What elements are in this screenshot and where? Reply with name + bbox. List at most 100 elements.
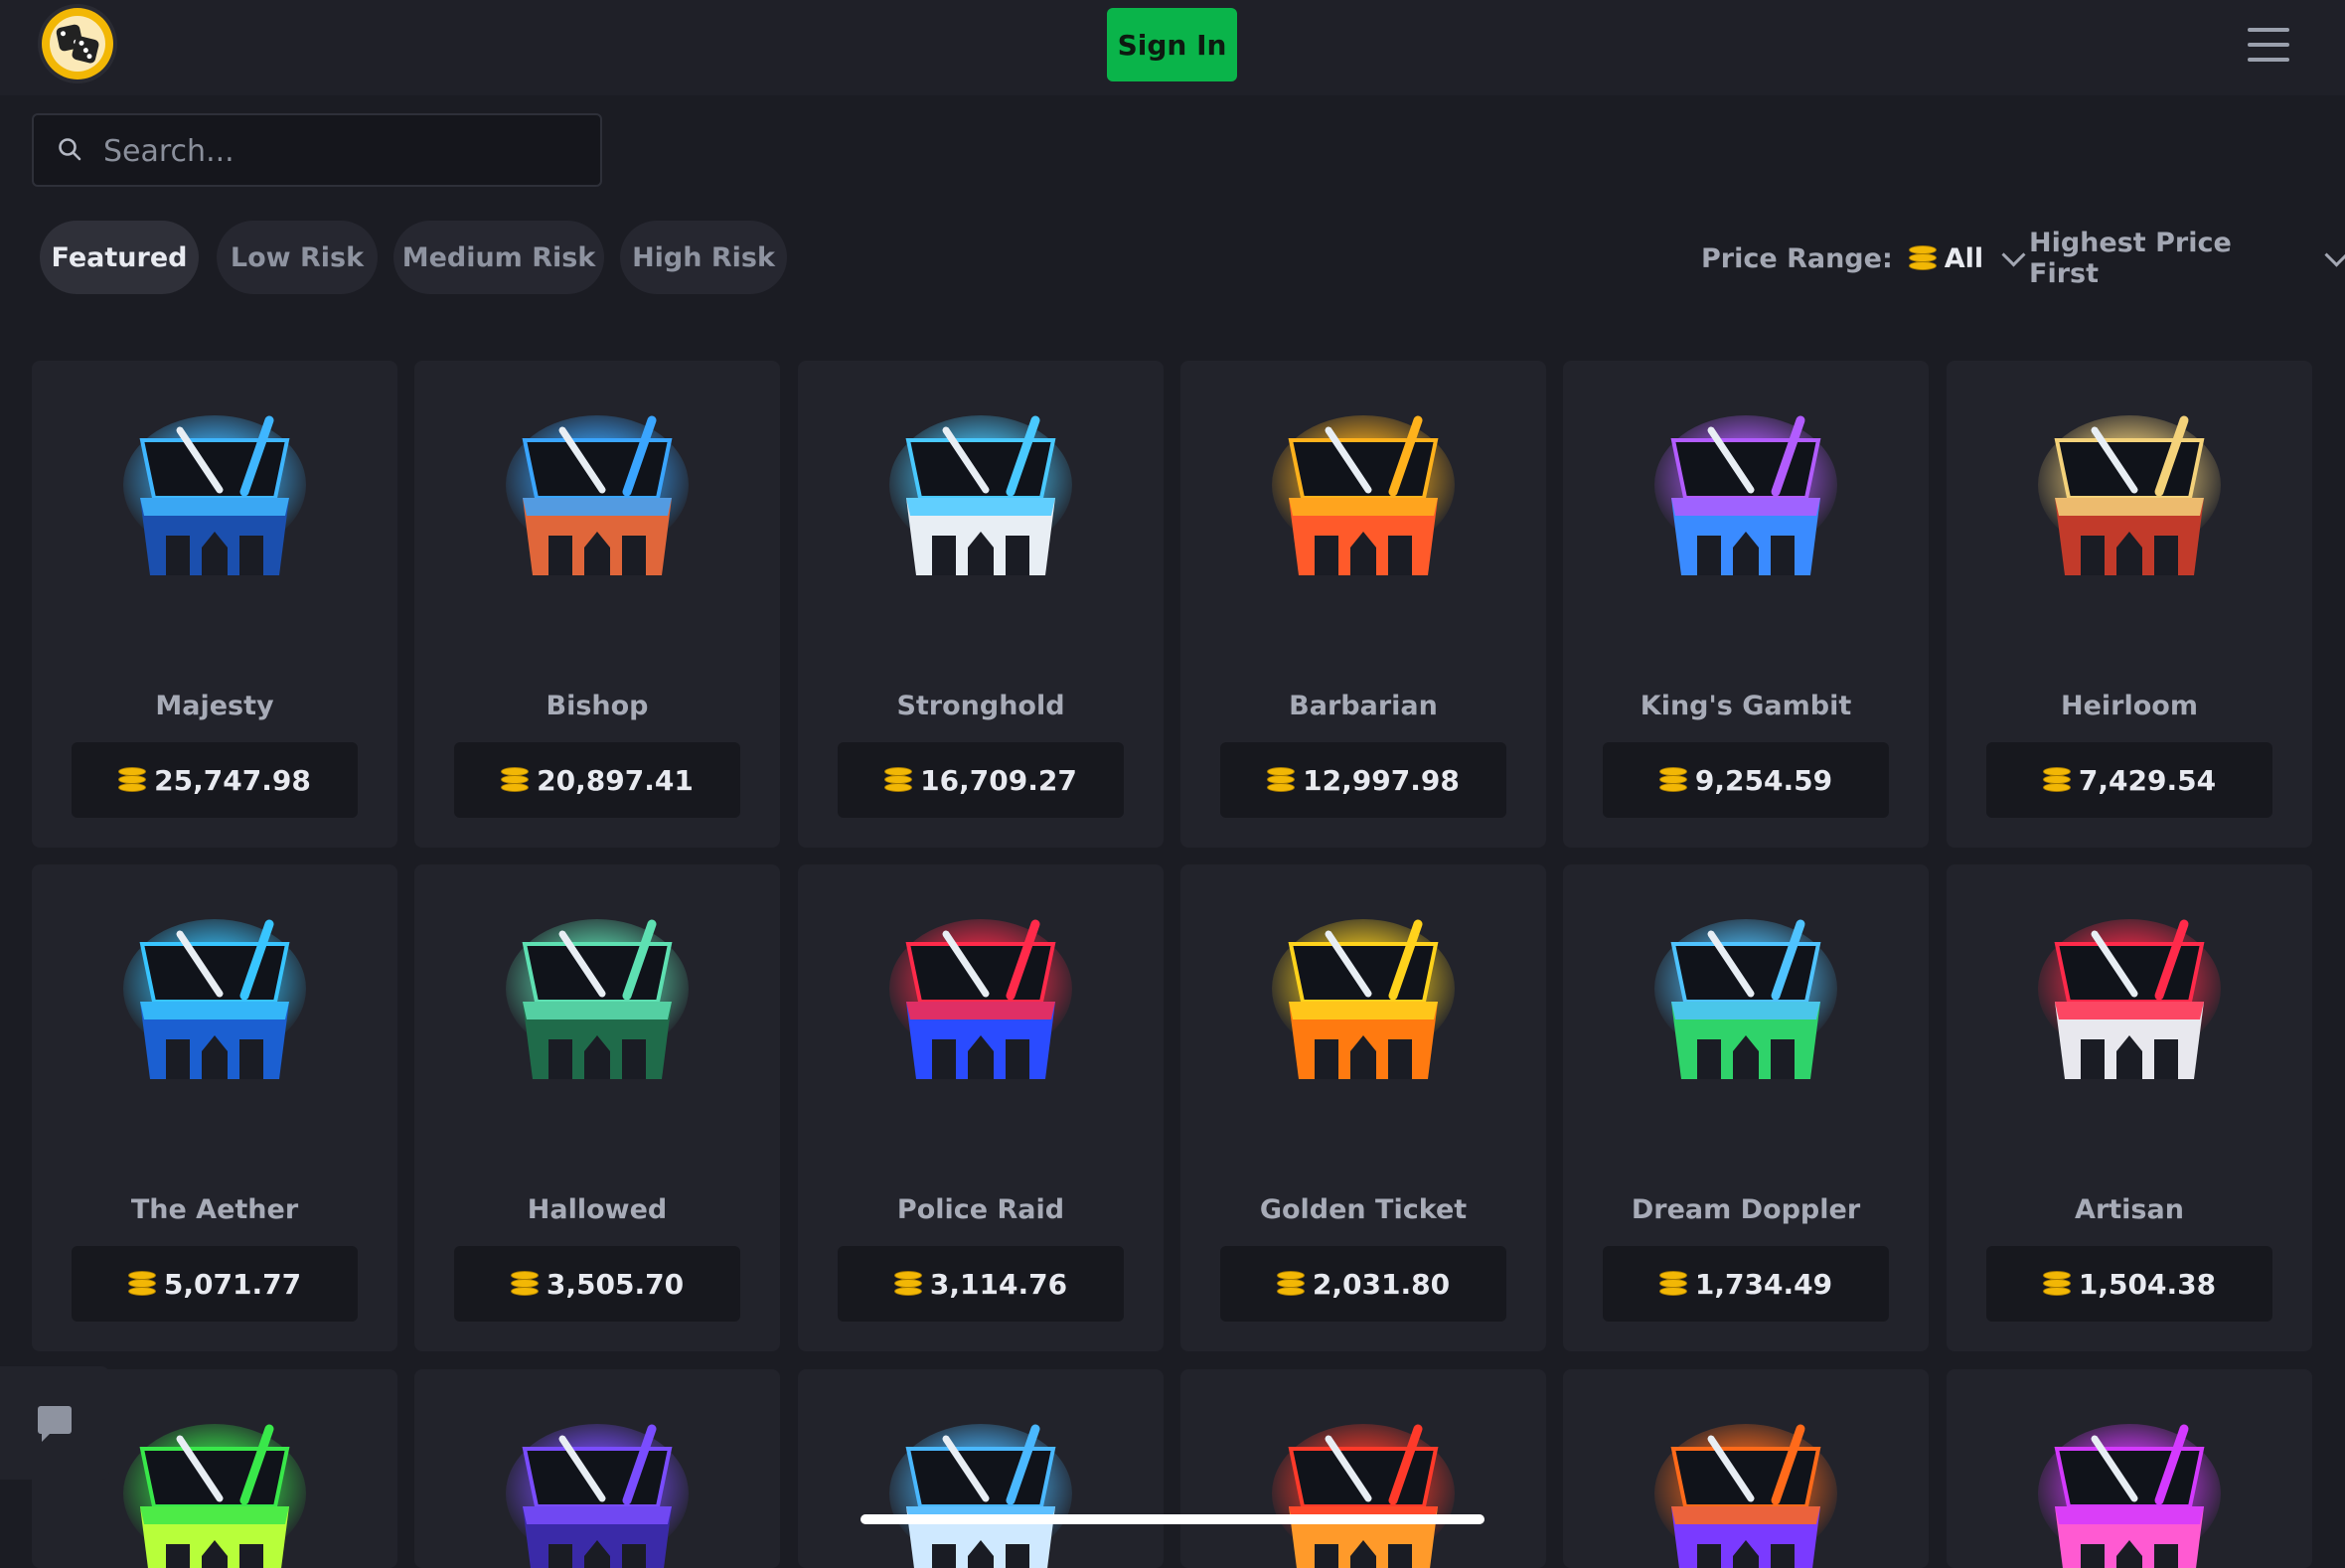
top-bar: Sign In (0, 0, 2345, 95)
case-card[interactable]: Dream Doppler 1,734.49 (1563, 864, 1929, 1351)
coin-icon (2042, 1271, 2071, 1297)
chevron-down-icon (2001, 241, 2026, 267)
case-price-button[interactable]: 20,897.41 (454, 742, 740, 818)
chevron-down-icon (2324, 242, 2345, 266)
case-image (123, 919, 306, 1079)
case-image (1654, 1424, 1837, 1568)
case-price-button[interactable]: 2,031.80 (1220, 1246, 1506, 1322)
case-card[interactable] (798, 1369, 1164, 1568)
case-image (2038, 919, 2221, 1079)
coin-icon (893, 1271, 922, 1297)
case-card[interactable]: Barbarian 12,997.98 (1180, 361, 1546, 848)
case-price-button[interactable]: 9,254.59 (1603, 742, 1889, 818)
case-price: 5,071.77 (163, 1267, 302, 1301)
sign-in-button[interactable]: Sign In (1107, 8, 1237, 81)
case-name: Stronghold (896, 691, 1065, 721)
case-price-button[interactable]: 25,747.98 (72, 742, 358, 818)
sort-dropdown[interactable]: Highest Price First (2029, 228, 2345, 289)
chat-bubble-icon (38, 1406, 72, 1442)
case-image (1654, 415, 1837, 575)
case-price-button[interactable]: 3,505.70 (454, 1246, 740, 1322)
case-price: 25,747.98 (154, 763, 311, 797)
case-price: 3,505.70 (546, 1267, 685, 1301)
sort-value: Highest Price First (2029, 228, 2232, 289)
case-card[interactable] (414, 1369, 780, 1568)
coin-icon (501, 767, 530, 793)
case-price-button[interactable]: 7,429.54 (1986, 742, 2272, 818)
case-image (889, 1424, 1072, 1568)
search-icon (59, 138, 81, 161)
case-image (123, 415, 306, 575)
case-price: 20,897.41 (537, 763, 694, 797)
case-name: Police Raid (896, 1194, 1065, 1225)
case-card[interactable]: Majesty 25,747.98 (32, 361, 397, 848)
case-image (1272, 1424, 1455, 1568)
case-price: 9,254.59 (1694, 763, 1833, 797)
case-price-button[interactable]: 1,734.49 (1603, 1246, 1889, 1322)
case-image (1654, 919, 1837, 1079)
tab-medium-risk[interactable]: Medium Risk (393, 221, 604, 294)
case-name: Artisan (2075, 1194, 2184, 1225)
case-card[interactable]: Artisan 1,504.38 (1947, 864, 2312, 1351)
case-image (1272, 415, 1455, 575)
case-image (506, 919, 689, 1079)
case-name: King's Gambit (1640, 691, 1852, 721)
case-image (1272, 919, 1455, 1079)
case-image (889, 415, 1072, 575)
case-image (889, 919, 1072, 1079)
hamburger-menu-icon[interactable] (2248, 28, 2289, 62)
case-name: Dream Doppler (1631, 1194, 1861, 1225)
coin-icon (1908, 245, 1937, 271)
chat-button[interactable] (0, 1366, 109, 1480)
case-card[interactable] (1563, 1369, 1929, 1568)
case-price-button[interactable]: 16,709.27 (838, 742, 1124, 818)
coin-icon (118, 767, 147, 793)
price-range-dropdown[interactable]: Price Range: All (1701, 236, 2026, 280)
case-price-button[interactable]: 3,114.76 (838, 1246, 1124, 1322)
case-card[interactable] (1180, 1369, 1546, 1568)
case-card[interactable]: Hallowed 3,505.70 (414, 864, 780, 1351)
coin-icon (1658, 1271, 1687, 1297)
case-price-button[interactable]: 12,997.98 (1220, 742, 1506, 818)
case-price: 1,734.49 (1694, 1267, 1833, 1301)
tab-featured[interactable]: Featured (40, 221, 199, 294)
search-box (32, 113, 602, 187)
case-card[interactable]: Stronghold 16,709.27 (798, 361, 1164, 848)
coin-icon (510, 1271, 539, 1297)
coin-icon (2042, 767, 2071, 793)
case-name: Majesty (155, 691, 274, 721)
tab-low-risk[interactable]: Low Risk (217, 221, 378, 294)
case-image (506, 415, 689, 575)
case-price: 3,114.76 (929, 1267, 1068, 1301)
case-card[interactable]: The Aether 5,071.77 (32, 864, 397, 1351)
case-card[interactable]: Heirloom 7,429.54 (1947, 361, 2312, 848)
case-card[interactable]: Golden Ticket 2,031.80 (1180, 864, 1546, 1351)
case-price: 7,429.54 (2078, 763, 2217, 797)
case-card[interactable]: King's Gambit 9,254.59 (1563, 361, 1929, 848)
price-range-label: Price Range: (1701, 242, 1893, 274)
case-price-button[interactable]: 5,071.77 (72, 1246, 358, 1322)
search-input[interactable] (101, 125, 582, 177)
coin-icon (1276, 1271, 1305, 1297)
tab-high-risk[interactable]: High Risk (620, 221, 787, 294)
case-price: 2,031.80 (1312, 1267, 1451, 1301)
case-card[interactable]: Bishop 20,897.41 (414, 361, 780, 848)
case-image (2038, 1424, 2221, 1568)
case-card[interactable] (1947, 1369, 2312, 1568)
case-name: Bishop (546, 691, 649, 721)
case-name: Hallowed (527, 1194, 668, 1225)
price-range-value: All (1944, 242, 1984, 274)
case-image (123, 1424, 306, 1568)
case-price-button[interactable]: 1,504.38 (1986, 1246, 2272, 1322)
dice-logo-icon[interactable] (42, 8, 113, 79)
coin-icon (1267, 767, 1296, 793)
case-name: Barbarian (1289, 691, 1438, 721)
case-image (2038, 415, 2221, 575)
home-indicator (860, 1514, 1485, 1524)
case-price: 16,709.27 (920, 763, 1077, 797)
case-card[interactable]: Police Raid 3,114.76 (798, 864, 1164, 1351)
coin-icon (127, 1271, 156, 1297)
case-price: 1,504.38 (2078, 1267, 2217, 1301)
coin-icon (1658, 767, 1687, 793)
case-name: The Aether (130, 1194, 299, 1225)
